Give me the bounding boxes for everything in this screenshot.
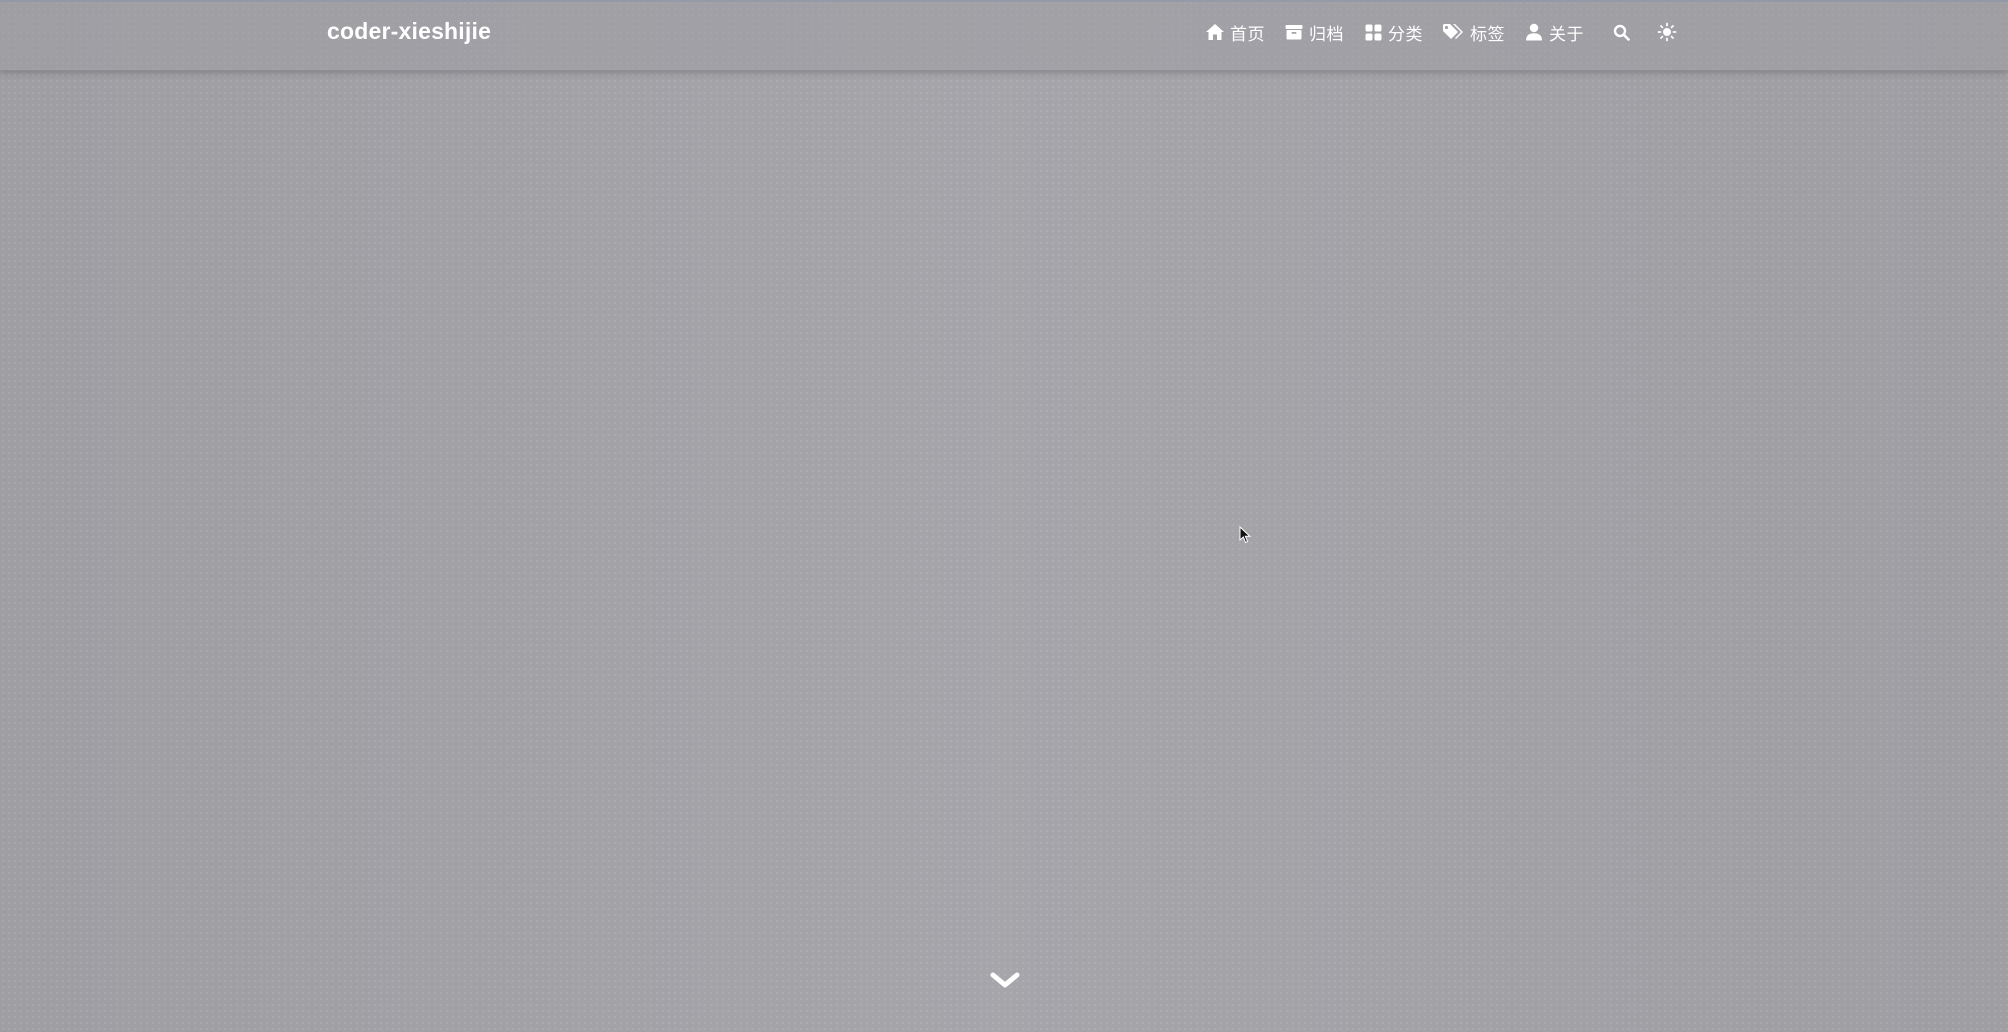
nav-item-label: 关于 (1549, 24, 1584, 45)
chevron-down-icon (990, 970, 1020, 990)
search-button[interactable] (1610, 21, 1632, 43)
scroll-down-button[interactable] (990, 969, 1020, 991)
navbar: coder-xieshijie 首页 归档 分类 标签 关于 (0, 0, 2008, 71)
nav-item-categories[interactable]: 分类 (1363, 20, 1423, 45)
nav-menu: 首页 归档 分类 标签 关于 (1205, 0, 1678, 64)
nav-item-about[interactable]: 关于 (1524, 20, 1584, 45)
theme-toggle-button[interactable] (1656, 21, 1678, 43)
nav-item-label: 首页 (1230, 24, 1265, 45)
home-icon (1205, 22, 1225, 42)
nav-item-label: 分类 (1388, 24, 1423, 45)
site-brand[interactable]: coder-xieshijie (327, 18, 491, 45)
nav-item-label: 标签 (1470, 24, 1505, 45)
tags-icon (1442, 22, 1465, 42)
user-icon (1524, 22, 1544, 42)
nav-item-home[interactable]: 首页 (1205, 20, 1265, 45)
grid-icon (1363, 22, 1383, 42)
sun-icon (1657, 22, 1677, 42)
nav-item-archive[interactable]: 归档 (1284, 20, 1344, 45)
archive-icon (1284, 22, 1304, 42)
search-icon (1613, 24, 1630, 41)
nav-item-tags[interactable]: 标签 (1442, 20, 1505, 45)
mouse-cursor (1239, 525, 1252, 544)
nav-item-label: 归档 (1309, 24, 1344, 45)
